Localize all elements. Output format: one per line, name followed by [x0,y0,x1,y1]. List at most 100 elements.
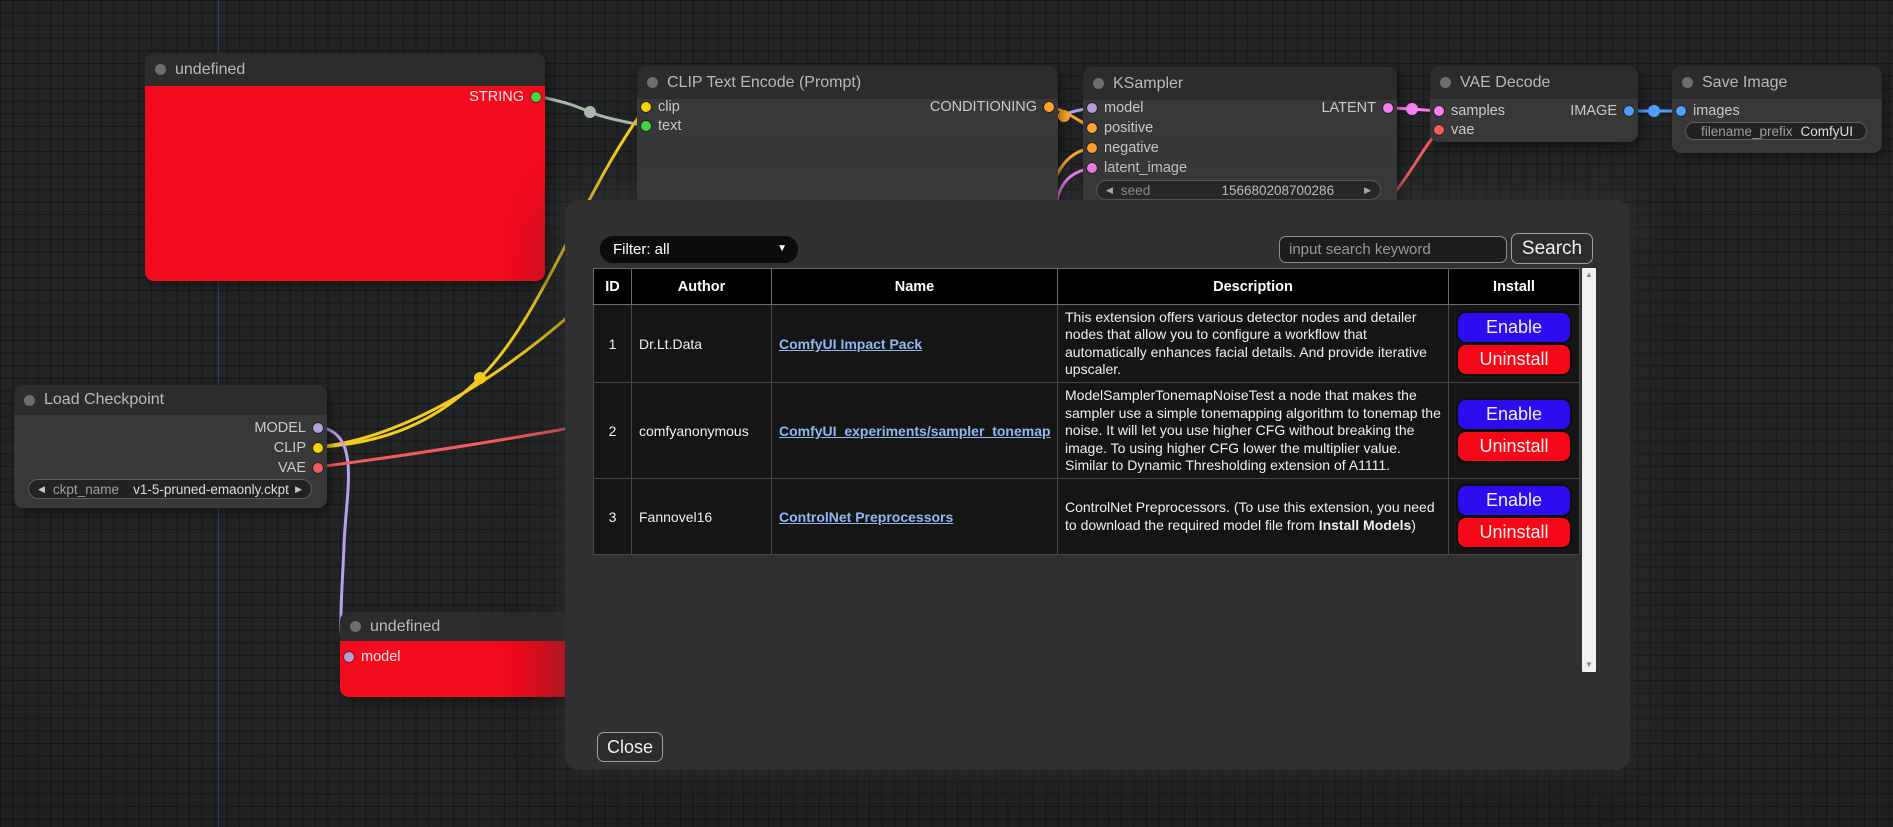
collapse-dot-icon[interactable] [647,77,658,88]
collapse-dot-icon[interactable] [155,64,166,75]
slot-label: samples [1451,103,1505,119]
slot-label: positive [1104,120,1153,136]
scroll-down-icon[interactable]: ▼ [1585,661,1593,669]
slot-label: MODEL [254,420,306,436]
collapse-dot-icon[interactable] [1440,77,1451,88]
filename-prefix-widget[interactable]: filename_prefix ComfyUI [1685,122,1867,140]
node-title: CLIP Text Encode (Prompt) [667,74,861,92]
extension-link[interactable]: ControlNet Preprocessors [779,509,953,525]
collapse-dot-icon[interactable] [24,395,35,406]
input-slot-positive[interactable]: positive [1087,118,1153,137]
node-undefined-top[interactable]: undefined STRING [145,53,545,281]
node-ksampler[interactable]: KSampler model positive negative latent_… [1083,67,1397,212]
model-slot-dot[interactable] [1087,103,1097,113]
node-undefined-bottom[interactable]: undefined model [340,612,600,697]
output-slot-vae[interactable]: VAE [278,458,323,477]
table-row: 3 Fannovel16 ControlNet Preprocessors Co… [594,479,1580,555]
output-slot-clip[interactable]: CLIP [274,438,323,457]
input-slot-negative[interactable]: negative [1087,138,1159,157]
text-slot-dot[interactable] [641,121,651,131]
input-slot-vae[interactable]: vae [1434,120,1474,139]
slot-label: negative [1104,140,1159,156]
image-slot-dot[interactable] [1624,106,1634,116]
output-slot-conditioning[interactable]: CONDITIONING [930,97,1054,116]
table-scrollbar[interactable]: ▲ ▼ [1582,268,1596,672]
slot-label: STRING [469,89,524,105]
output-slot-model[interactable]: MODEL [254,418,323,437]
collapse-dot-icon[interactable] [1682,77,1693,88]
input-slot-latent-image[interactable]: latent_image [1087,158,1187,177]
enable-button[interactable]: Enable [1458,486,1570,515]
node-load-checkpoint[interactable]: Load Checkpoint MODEL CLIP VAE ◀ ckpt_na… [14,385,327,508]
extension-link[interactable]: ComfyUI_experiments/sampler_tonemap [779,423,1051,439]
slot-label: images [1693,103,1740,119]
positive-slot-dot[interactable] [1087,123,1097,133]
increment-arrow-icon[interactable]: ▶ [1364,186,1371,195]
clip-slot-dot[interactable] [641,102,651,112]
cell-install: Enable Uninstall [1449,305,1580,383]
uninstall-button[interactable]: Uninstall [1458,518,1570,547]
decrement-arrow-icon[interactable]: ◀ [38,485,45,494]
extension-link[interactable]: ComfyUI Impact Pack [779,336,922,352]
images-slot-dot[interactable] [1676,106,1686,116]
output-slot-string[interactable]: STRING [469,87,541,106]
node-title-bar[interactable]: VAE Decode [1430,66,1638,99]
filter-select[interactable]: Filter: all [600,236,798,263]
vae-slot-dot[interactable] [1434,125,1444,135]
search-input[interactable] [1279,236,1507,263]
close-button[interactable]: Close [597,732,663,762]
output-slot-latent[interactable]: LATENT [1321,98,1393,117]
model-slot-dot[interactable] [344,652,354,662]
decrement-arrow-icon[interactable]: ◀ [1106,186,1113,195]
increment-arrow-icon[interactable]: ▶ [295,485,302,494]
enable-button[interactable]: Enable [1458,313,1570,342]
node-vae-decode[interactable]: VAE Decode samples vae IMAGE [1430,66,1638,142]
input-slot-text[interactable]: text [641,116,681,135]
cell-install: Enable Uninstall [1449,479,1580,555]
enable-button[interactable]: Enable [1458,400,1570,429]
input-slot-model[interactable]: model [1087,98,1144,117]
col-header-author: Author [632,269,772,305]
input-slot-clip[interactable]: clip [641,97,680,116]
vae-out-slot-dot[interactable] [313,463,323,473]
string-slot-dot[interactable] [531,92,541,102]
node-clip-text-encode[interactable]: CLIP Text Encode (Prompt) clip text COND… [637,66,1058,206]
slot-label: vae [1451,122,1474,138]
collapse-dot-icon[interactable] [350,621,361,632]
slot-label: IMAGE [1570,103,1617,119]
node-title-bar[interactable]: Load Checkpoint [14,385,327,415]
ckpt-name-widget[interactable]: ◀ ckpt_name v1-5-pruned-emaonly.ckpt ▶ [28,479,312,499]
link-dot-string [584,106,596,118]
uninstall-button[interactable]: Uninstall [1458,345,1570,374]
scroll-up-icon[interactable]: ▲ [1585,271,1593,279]
col-header-install: Install [1449,269,1580,305]
node-title-bar[interactable]: undefined [340,612,600,641]
slot-label: text [658,118,681,134]
model-out-slot-dot[interactable] [313,423,323,433]
link-dot-conditioning [1058,110,1070,122]
output-slot-image[interactable]: IMAGE [1570,101,1634,120]
node-title-bar[interactable]: undefined [145,53,545,86]
clip-out-slot-dot[interactable] [313,443,323,453]
cell-description: This extension offers various detector n… [1058,305,1449,383]
latent-slot-dot[interactable] [1087,163,1097,173]
collapse-dot-icon[interactable] [1093,78,1104,89]
input-slot-model[interactable]: model [344,647,401,666]
samples-slot-dot[interactable] [1434,106,1444,116]
seed-widget[interactable]: ◀ seed 156680208700286 ▶ [1096,180,1381,200]
input-slot-images[interactable]: images [1676,101,1740,120]
latent-out-slot-dot[interactable] [1383,103,1393,113]
node-save-image[interactable]: Save Image images filename_prefix ComfyU… [1672,66,1882,153]
negative-slot-dot[interactable] [1087,143,1097,153]
node-title-bar[interactable]: KSampler [1083,67,1397,100]
node-title-bar[interactable]: Save Image [1672,66,1882,99]
input-slot-samples[interactable]: samples [1434,101,1505,120]
comfyui-canvas[interactable]: undefined STRING CLIP Text Encode (Promp… [0,0,1893,827]
conditioning-slot-dot[interactable] [1044,102,1054,112]
cell-install: Enable Uninstall [1449,383,1580,479]
uninstall-button[interactable]: Uninstall [1458,432,1570,461]
node-title-bar[interactable]: CLIP Text Encode (Prompt) [637,66,1058,99]
widget-value: 156680208700286 [1221,183,1334,198]
node-title: undefined [175,61,245,79]
search-button[interactable]: Search [1511,233,1593,264]
